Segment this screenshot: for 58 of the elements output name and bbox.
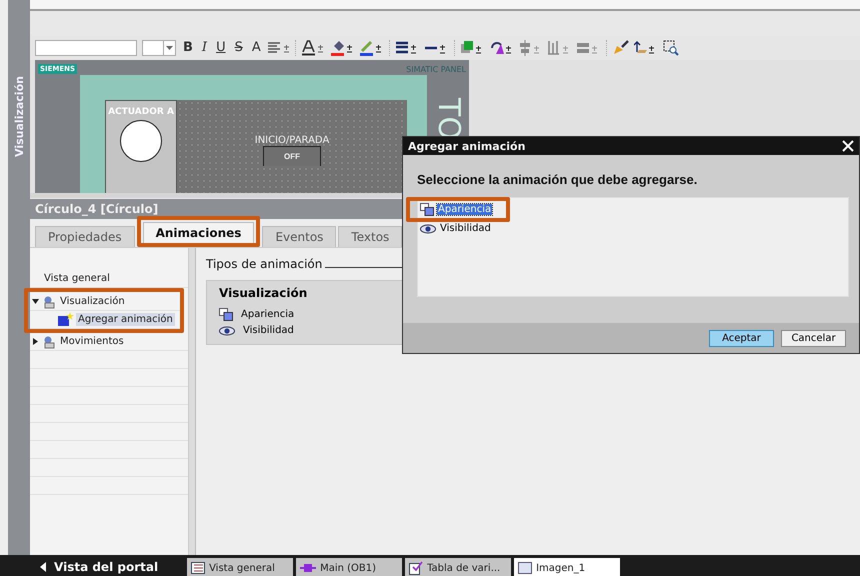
format-button[interactable]: A (250, 40, 263, 55)
start-stop-label: INICIO/PARADA (254, 135, 330, 146)
animation-type-item[interactable]: Visibilidad (243, 325, 294, 336)
tab[interactable]: Textos (338, 226, 402, 247)
editor-tab[interactable]: Imagen_1 (514, 558, 620, 576)
format-button[interactable]: S (232, 40, 245, 55)
rotate-icon[interactable] (490, 40, 514, 56)
brush-icon[interactable] (612, 40, 629, 56)
list-item[interactable]: Apariencia (437, 204, 492, 215)
circle-shape[interactable] (120, 120, 162, 162)
font-name-field[interactable] (35, 40, 137, 56)
tab[interactable]: Propiedades (35, 226, 135, 247)
editor-tab[interactable]: Tabla de vari... (405, 558, 512, 576)
overlapping-squares-icon (219, 308, 233, 321)
group-title: Visualización (219, 286, 308, 300)
font-size-dropdown[interactable] (142, 40, 176, 56)
dialog-button[interactable]: Aceptar (709, 330, 774, 346)
portal-view-button[interactable]: Vista del portal (40, 555, 184, 576)
grid-icon (191, 562, 206, 574)
overlapping-squares-icon (420, 203, 434, 216)
tree-item[interactable]: Movimientos (58, 335, 126, 348)
properties-title: Círculo_4 [Círculo] (35, 202, 158, 216)
dialog-title: Agregar animación (408, 140, 526, 152)
fill-bucket-icon[interactable] (330, 40, 355, 56)
add-star-icon (58, 312, 74, 327)
table-check-icon (409, 561, 424, 575)
tab[interactable]: Eventos (262, 226, 336, 247)
close-icon[interactable] (842, 140, 854, 152)
zoom-selection-icon[interactable] (662, 40, 679, 56)
left-arrow-icon (40, 562, 46, 572)
tree-item[interactable]: Vista general (42, 272, 112, 285)
dropdown-arrow-icon (166, 46, 173, 50)
editor-tab[interactable]: Vista general (187, 558, 294, 576)
splitter-handle[interactable] (189, 248, 196, 555)
tab[interactable]: Animaciones (142, 222, 254, 243)
editor-tab[interactable]: Main (OB1) (296, 558, 402, 576)
align-left-icon[interactable] (268, 42, 290, 54)
collapsed-arrow-icon[interactable] (32, 338, 38, 345)
format-button[interactable]: B (181, 40, 195, 55)
brush-icon[interactable] (360, 40, 384, 56)
section-heading: Tipos de animación (206, 257, 322, 271)
expanded-arrow-icon[interactable] (32, 298, 38, 305)
format-button[interactable]: I (200, 40, 210, 55)
dialog-button[interactable]: Cancelar (781, 330, 846, 346)
animation-type-item[interactable]: Apariencia (241, 309, 294, 320)
tree-item[interactable]: Visualización (58, 295, 127, 308)
actuator-label: ACTUADOR A (108, 107, 174, 117)
screen-icon (518, 562, 532, 574)
eye-icon (420, 224, 436, 234)
list-item[interactable]: Visibilidad (439, 223, 492, 234)
off-button[interactable]: OFF (263, 146, 322, 166)
eye-icon (219, 326, 235, 336)
format-button[interactable]: U (214, 40, 228, 55)
tree-item[interactable]: Agregar animación (76, 313, 175, 326)
dialog-prompt: Seleccione la animación que debe agregarse. (417, 172, 698, 187)
block-icon (300, 563, 316, 573)
model-label: SIMATIC PANEL (406, 64, 466, 74)
font-color-icon[interactable] (302, 40, 326, 56)
